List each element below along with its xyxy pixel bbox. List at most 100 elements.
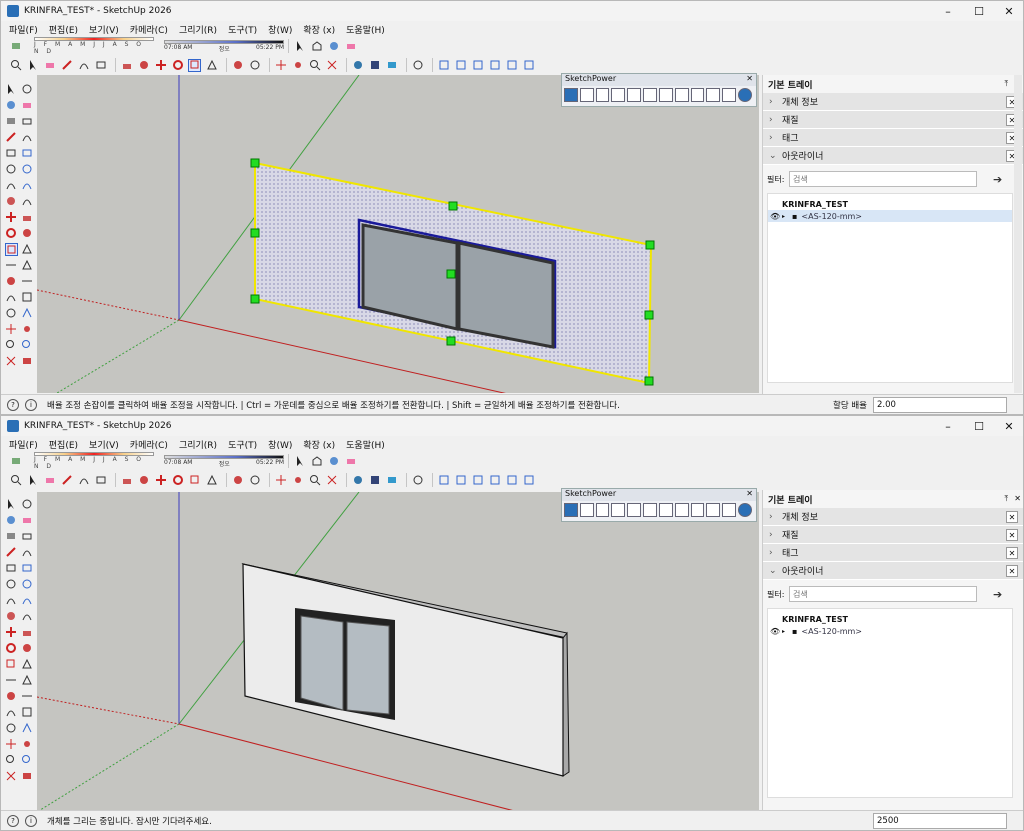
paint-bucket-icon[interactable]: [5, 99, 18, 112]
section-outliner[interactable]: ⌄ 아웃라이너 ✕: [763, 562, 1023, 580]
rectangle-icon[interactable]: [94, 59, 107, 72]
scale-grip[interactable]: [250, 228, 260, 238]
axes-icon[interactable]: [5, 307, 18, 320]
sp-tool-icon[interactable]: [611, 88, 626, 102]
warehouse-icon[interactable]: [351, 474, 364, 487]
section-entity-info[interactable]: › 개체 정보 ✕: [763, 93, 1023, 111]
sp-tool-icon[interactable]: [643, 503, 657, 517]
tape-measure-icon[interactable]: [5, 690, 18, 703]
menu-window[interactable]: 창(W): [268, 23, 292, 36]
tape-measure-icon[interactable]: [5, 275, 18, 288]
move-icon[interactable]: [5, 626, 18, 639]
sp-tool-icon[interactable]: [722, 503, 737, 517]
sketchpower-close-icon[interactable]: ✕: [746, 74, 753, 83]
eye-icon[interactable]: 👁: [770, 212, 782, 221]
offset-icon[interactable]: [21, 658, 34, 671]
eye-icon[interactable]: 👁: [770, 627, 782, 636]
section-outliner[interactable]: ⌄ 아웃라이너 ✕: [763, 147, 1023, 165]
sp-tool-icon[interactable]: [595, 88, 610, 102]
menu-tools[interactable]: 도구(T): [228, 438, 257, 451]
arc-icon[interactable]: [5, 594, 18, 607]
scale-grip[interactable]: [644, 310, 654, 320]
sp-tool-icon[interactable]: [627, 503, 642, 517]
outliner-root[interactable]: KRINFRA_TEST: [768, 198, 1012, 210]
account-icon[interactable]: [411, 474, 424, 487]
rotate-icon[interactable]: [171, 59, 184, 72]
account-icon[interactable]: [411, 59, 424, 72]
outliner-root[interactable]: KRINFRA_TEST: [768, 613, 1012, 625]
scale-icon[interactable]: [5, 242, 18, 256]
scale-grip[interactable]: [448, 201, 458, 211]
triangle-icon[interactable]: [21, 259, 34, 272]
sp-tool-icon[interactable]: [690, 88, 705, 102]
text-icon[interactable]: [21, 706, 34, 719]
measurement-box[interactable]: 2.00: [873, 396, 1007, 413]
line-icon[interactable]: [5, 131, 18, 144]
lasso-icon[interactable]: [21, 83, 34, 96]
info-icon[interactable]: i: [25, 398, 37, 411]
push-pull-icon[interactable]: [21, 626, 34, 639]
select-icon[interactable]: [5, 83, 18, 96]
protractor-icon[interactable]: [5, 291, 18, 304]
outliner-options-icon[interactable]: ➔: [993, 588, 1002, 601]
menu-file[interactable]: 파일(F): [9, 438, 38, 451]
zoom-icon[interactable]: [308, 474, 321, 487]
scale-icon[interactable]: [188, 58, 201, 72]
follow-me-icon[interactable]: [137, 474, 150, 487]
pan-icon[interactable]: [21, 323, 34, 336]
arc-icon[interactable]: [77, 474, 90, 487]
rectangle-icon[interactable]: [94, 474, 107, 487]
dimension-icon[interactable]: [248, 59, 261, 72]
walk-icon[interactable]: [21, 355, 34, 368]
sp-logo-icon[interactable]: [564, 503, 578, 517]
rectangle-icon[interactable]: [5, 562, 18, 575]
pencil-icon[interactable]: [60, 59, 73, 72]
pencil-icon[interactable]: [60, 474, 73, 487]
lasso-icon[interactable]: [21, 498, 34, 511]
maximize-button[interactable]: ☐: [964, 1, 994, 21]
close-button[interactable]: ✕: [994, 416, 1023, 436]
menu-view[interactable]: 보기(V): [89, 23, 119, 36]
menu-camera[interactable]: 카메라(C): [130, 23, 168, 36]
tag-icon[interactable]: [5, 530, 18, 543]
scale-grip[interactable]: [645, 240, 655, 250]
section-entity-info[interactable]: › 개체 정보 ✕: [763, 508, 1023, 526]
follow-me-icon[interactable]: [137, 59, 150, 72]
circle-icon[interactable]: [5, 578, 18, 591]
protractor-icon[interactable]: [5, 706, 18, 719]
menu-help[interactable]: 도움말(H): [346, 23, 385, 36]
menu-file[interactable]: 파일(F): [9, 23, 38, 36]
axes-icon[interactable]: [5, 722, 18, 735]
geo-location-icon[interactable]: ?: [7, 398, 19, 411]
scale-grip[interactable]: [446, 269, 456, 279]
dimension-icon[interactable]: [248, 474, 261, 487]
tag-icon[interactable]: [5, 115, 18, 128]
component-icon[interactable]: [310, 455, 323, 468]
section-close-icon[interactable]: ✕: [1006, 529, 1018, 541]
scale-icon[interactable]: [5, 658, 18, 671]
rotated-rect-icon[interactable]: [21, 147, 34, 160]
push-pull-icon[interactable]: [120, 474, 133, 487]
sp-help-icon[interactable]: [738, 88, 752, 102]
zoom-icon[interactable]: [308, 59, 321, 72]
scale-grip[interactable]: [250, 158, 260, 168]
push-pull-icon[interactable]: [21, 211, 34, 224]
outliner-options-icon[interactable]: ➔: [993, 173, 1002, 186]
geo-location-icon[interactable]: ?: [7, 814, 19, 827]
3d-text-icon[interactable]: [21, 722, 34, 735]
view-back-icon[interactable]: [505, 474, 518, 487]
view-front-icon[interactable]: [471, 474, 484, 487]
view-top-icon[interactable]: [454, 59, 467, 72]
tray-close-icon[interactable]: ✕: [1014, 494, 1021, 503]
expand-triangle-icon[interactable]: ▸: [782, 213, 792, 220]
sp-tool-icon[interactable]: [658, 88, 673, 102]
sp-tool-icon[interactable]: [658, 503, 673, 517]
menu-tools[interactable]: 도구(T): [228, 23, 257, 36]
sp-tool-icon[interactable]: [706, 503, 721, 517]
sp-tool-icon[interactable]: [627, 88, 642, 102]
sp-logo-icon[interactable]: [564, 88, 578, 102]
rectangle-icon[interactable]: [5, 147, 18, 160]
dimension-icon[interactable]: [21, 690, 34, 703]
orbit-icon[interactable]: [274, 59, 287, 72]
filter-search-input[interactable]: [789, 171, 977, 187]
